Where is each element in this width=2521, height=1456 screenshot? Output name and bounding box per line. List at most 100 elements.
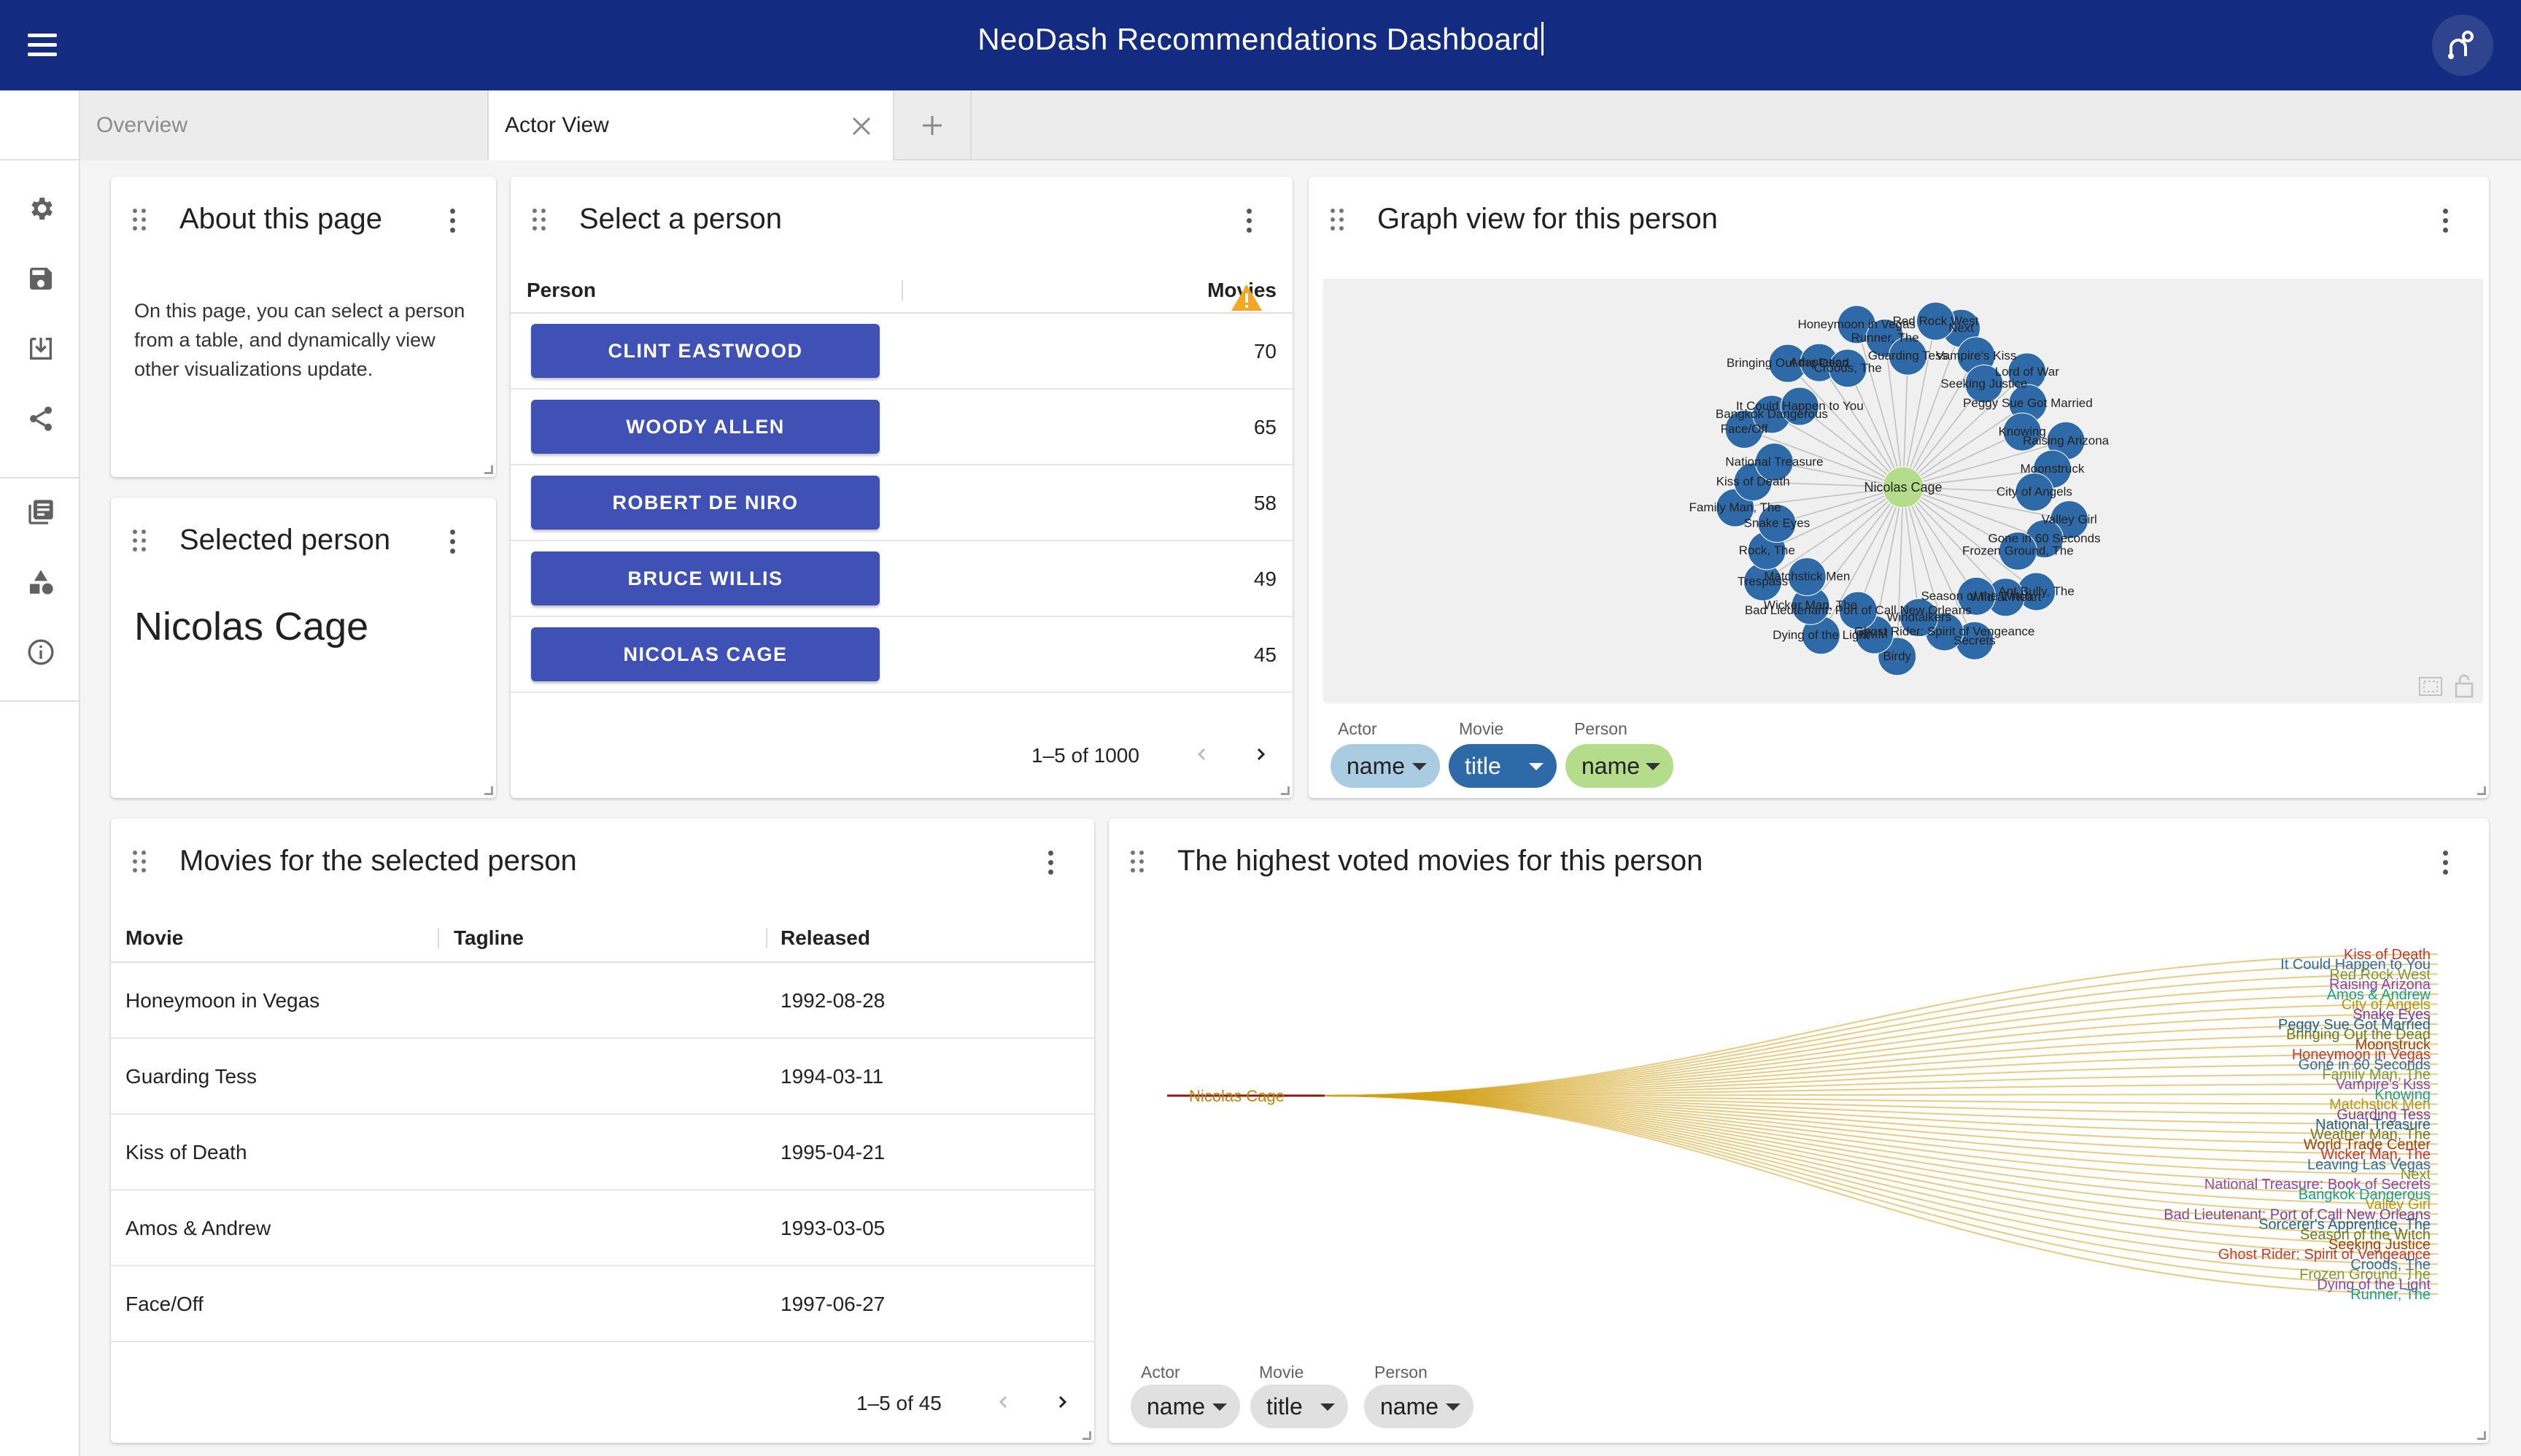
fullscreen-icon[interactable] <box>2417 675 2444 697</box>
add-page-button[interactable] <box>894 90 972 160</box>
info-icon[interactable] <box>23 635 58 670</box>
movies-card: Movies for the selected person Movie Tag… <box>111 818 1094 1443</box>
person-button[interactable]: CLINT EASTWOOD <box>531 324 880 378</box>
drag-handle-icon[interactable] <box>1331 209 1348 232</box>
movie-node-label: Red Rock West <box>1893 314 1979 328</box>
resize-handle[interactable] <box>2477 1431 2486 1440</box>
movie-node-label: Dying of the Light <box>1773 628 1870 642</box>
sankey-chart[interactable]: Nicolas CageKiss of DeathIt Could Happen… <box>1109 818 2489 1344</box>
movie-node-label: Seeking Justice <box>1940 376 2027 390</box>
column-header-person[interactable]: Person <box>527 279 596 302</box>
table-row: ROBERT DE NIRO 58 <box>511 465 1293 541</box>
movie-node-label: Guarding Tess <box>1868 349 1948 363</box>
pagination-text: 1–5 of 1000 <box>1031 744 1139 767</box>
movie-node-label: Kiss of Death <box>1716 475 1790 489</box>
person-button[interactable]: ROBERT DE NIRO <box>531 476 880 530</box>
sankey-target-label[interactable]: Runner, The <box>2350 1287 2431 1303</box>
movie-node-label: City of Angels <box>1997 484 2072 498</box>
movie-node-label: Croods, The <box>1813 361 1881 375</box>
connection-icon[interactable] <box>2432 15 2493 76</box>
resize-handle[interactable] <box>2477 786 2486 795</box>
legend-chip-person[interactable]: name <box>1364 1385 1474 1428</box>
table-row: Kiss of Death 1995-04-21 <box>111 1115 1094 1190</box>
movie-node-label: Birdy <box>1883 649 1911 663</box>
movie-node-label: Wicker Man, The <box>1764 598 1857 612</box>
save-icon[interactable] <box>23 261 58 296</box>
close-icon[interactable] <box>851 115 872 137</box>
resize-handle[interactable] <box>1281 786 1290 795</box>
resize-handle[interactable] <box>484 465 493 474</box>
drag-handle-icon[interactable] <box>133 530 150 553</box>
card-title: About this page <box>179 203 382 235</box>
legend-chip-movie[interactable]: title <box>1250 1385 1348 1428</box>
chevron-left-icon[interactable] <box>988 1386 1020 1418</box>
select-person-card: Select a person Person Movies CLINT EAST… <box>511 177 1293 798</box>
tab-actor-view[interactable]: Actor View <box>489 90 894 160</box>
legend-chip-person[interactable]: name <box>1565 744 1673 788</box>
movie-count: 49 <box>1253 568 1277 590</box>
movie-cell: Face/Off <box>125 1293 204 1315</box>
legend-label: Person <box>1574 719 1627 738</box>
released-cell: 1994-03-11 <box>781 1065 884 1088</box>
legend-chip-actor[interactable]: name <box>1331 744 1440 788</box>
chip-value: title <box>1465 752 1501 779</box>
sankey-link <box>1324 1095 2439 1225</box>
chevron-right-icon[interactable] <box>1046 1386 1078 1418</box>
graph-svg[interactable]: NextVampire's KissSeeking JusticeLord of… <box>1323 279 2483 703</box>
app-bar: NeoDash Recommendations Dashboard <box>0 0 2521 90</box>
selected-person-card: Selected person Nicolas Cage <box>111 497 496 798</box>
movie-cell: Kiss of Death <box>125 1141 247 1163</box>
released-cell: 1992-08-28 <box>781 989 886 1012</box>
pagination-text: 1–5 of 45 <box>856 1392 942 1414</box>
more-vert-icon[interactable] <box>2441 209 2450 233</box>
movie-node-label: Runner, The <box>1851 331 1918 345</box>
more-vert-icon[interactable] <box>1244 209 1253 233</box>
chevron-right-icon[interactable] <box>1244 738 1277 770</box>
movie-node-label: Face/Off <box>1721 422 1768 435</box>
tab-overview[interactable]: Overview <box>80 90 489 160</box>
extensions-icon[interactable] <box>23 565 58 600</box>
card-title: Graph view for this person <box>1377 203 1718 235</box>
movie-node-label: It Could Happen to You <box>1736 399 1864 413</box>
legend-label: Actor <box>1141 1363 1180 1382</box>
card-title: Selected person <box>179 524 391 556</box>
legend-chip-movie[interactable]: title <box>1449 744 1557 788</box>
sankey-source-label: Nicolas Cage <box>1189 1087 1285 1105</box>
drag-handle-icon[interactable] <box>533 209 550 232</box>
load-icon[interactable] <box>23 331 58 366</box>
resize-handle[interactable] <box>1083 1431 1091 1440</box>
table-row: Guarding Tess 1994-03-11 <box>111 1039 1094 1115</box>
drag-handle-icon[interactable] <box>133 851 150 874</box>
card-title: Select a person <box>579 203 782 235</box>
more-vert-icon[interactable] <box>448 530 457 554</box>
movie-node-label: Snake Eyes <box>1744 516 1811 530</box>
person-button[interactable]: WOODY ALLEN <box>531 400 880 454</box>
table-row: NICOLAS CAGE 45 <box>511 617 1293 693</box>
share-icon[interactable] <box>23 401 58 436</box>
resize-handle[interactable] <box>484 786 493 795</box>
chevron-left-icon[interactable] <box>1186 738 1218 770</box>
person-button[interactable]: NICOLAS CAGE <box>531 627 880 681</box>
legend-chip-actor[interactable]: name <box>1131 1385 1240 1428</box>
person-button[interactable]: BRUCE WILLIS <box>531 551 880 605</box>
column-header-tagline[interactable]: Tagline <box>454 926 524 950</box>
more-vert-icon[interactable] <box>448 209 457 233</box>
table-row: Amos & Andrew 1993-03-05 <box>111 1190 1094 1266</box>
chip-value: name <box>1347 752 1406 779</box>
graph-canvas[interactable]: Next Vampire's Kiss Seeking Justice Lord of… <box>1323 279 2483 703</box>
table-row: WOODY ALLEN 65 <box>511 390 1293 465</box>
graph-edge <box>1902 355 1977 488</box>
dashboard-title[interactable]: NeoDash Recommendations Dashboard <box>0 22 2521 57</box>
tab-label: Overview <box>96 113 188 137</box>
column-header-movie[interactable]: Movie <box>125 926 183 950</box>
more-vert-icon[interactable] <box>1046 851 1055 875</box>
column-header-released[interactable]: Released <box>781 926 870 950</box>
table-row: Honeymoon in Vegas 1992-08-28 <box>111 963 1094 1039</box>
drag-handle-icon[interactable] <box>133 209 150 232</box>
lock-icon[interactable] <box>2452 673 2476 699</box>
movie-node-label: Frozen Ground, The <box>1962 543 2074 557</box>
card-title: Movies for the selected person <box>179 845 577 877</box>
documentation-icon[interactable] <box>23 495 58 530</box>
graph-card: Graph view for this person Next Vampire's… <box>1309 177 2489 798</box>
settings-icon[interactable] <box>23 191 58 226</box>
